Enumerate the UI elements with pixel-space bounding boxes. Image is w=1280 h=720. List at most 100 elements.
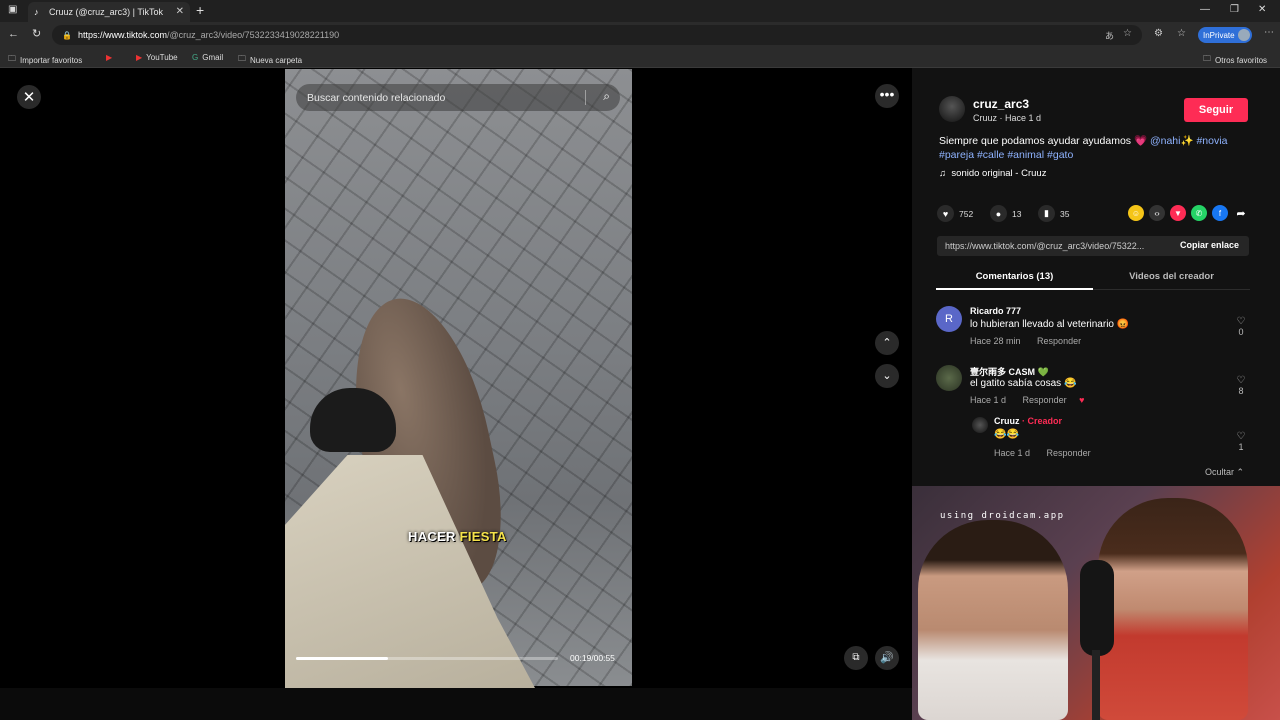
- hashtag-link[interactable]: #calle: [977, 149, 1004, 161]
- post-description: Siempre que podamos ayudar ayudamos 💗 @n…: [939, 134, 1249, 162]
- comment-item: 壹尔雨多 CASM 💚 el gatito sabía cosas 😂 Hace…: [936, 365, 1250, 413]
- commenter-name[interactable]: 壹尔雨多 CASM 💚: [970, 365, 1049, 378]
- comment-like-count: 8: [1238, 386, 1244, 396]
- more-options-icon[interactable]: •••: [875, 84, 899, 108]
- comment-meta: Hace 1 d Responder ♥: [970, 395, 1084, 405]
- search-placeholder: Buscar contenido relacionado: [307, 91, 446, 104]
- extensions-icon[interactable]: ⚙: [1154, 28, 1163, 39]
- comment-button[interactable]: ● 13: [990, 205, 1021, 222]
- bookmark-new-folder[interactable]: 🗀 Nueva carpeta: [238, 53, 302, 67]
- webcam-person-right: [1098, 498, 1248, 720]
- hashtag-link[interactable]: #pareja: [939, 149, 974, 161]
- reply-button[interactable]: Responder: [1037, 336, 1081, 346]
- bookmark-label: Gmail: [202, 53, 224, 62]
- tab-comments[interactable]: Comentarios (13): [936, 266, 1093, 290]
- mention-link[interactable]: @nahi✨: [1150, 135, 1194, 147]
- related-search-input[interactable]: Buscar contenido relacionado ⌕: [296, 84, 620, 111]
- volume-icon[interactable]: 🔊: [875, 646, 899, 670]
- tab-actions-icon[interactable]: ▣: [8, 4, 17, 15]
- tab-creator-videos[interactable]: Videos del creador: [1093, 266, 1250, 290]
- close-video-icon[interactable]: ✕: [17, 85, 41, 109]
- creator-avatar[interactable]: [939, 96, 965, 122]
- inprivate-label: InPrivate: [1203, 30, 1235, 40]
- url-path: /@cruz_arc3/video/7532233419028221190: [167, 30, 340, 40]
- reply-button[interactable]: Responder: [1023, 395, 1067, 405]
- comment-time: Hace 1 d: [970, 395, 1007, 405]
- comment-like[interactable]: ♡ 8: [1234, 375, 1248, 396]
- creator-username[interactable]: cruz_arc3: [973, 97, 1029, 111]
- hashtag-link[interactable]: #novia: [1196, 135, 1227, 147]
- folder-icon: 🗀: [238, 54, 246, 63]
- bookmark-label: YouTube: [146, 53, 178, 62]
- reply-like[interactable]: ♡ 1: [1234, 431, 1248, 452]
- copy-link-button[interactable]: Copiar enlace: [1180, 240, 1239, 250]
- commenter-name[interactable]: Ricardo 777: [970, 306, 1021, 316]
- follow-button[interactable]: Seguir: [1184, 98, 1248, 122]
- previous-video-icon[interactable]: ⌃: [875, 331, 899, 355]
- back-icon[interactable]: ←: [8, 28, 19, 40]
- picture-in-picture-icon[interactable]: ⧉: [844, 646, 868, 670]
- maximize-icon[interactable]: ❐: [1230, 4, 1239, 15]
- heart-outline-icon: ♡: [1236, 431, 1246, 442]
- refresh-icon[interactable]: ↻: [32, 27, 41, 40]
- hashtag-link[interactable]: #gato: [1047, 149, 1073, 161]
- video-timecode: 00:19/00:55: [570, 653, 615, 663]
- panel-tabs: Comentarios (13) Videos del creador: [936, 266, 1250, 290]
- webcam-person-left: [918, 520, 1068, 720]
- creator-reply-avatar[interactable]: [972, 417, 988, 433]
- creator-liked-icon: ♥: [1079, 395, 1085, 405]
- comment-like[interactable]: ♡ 0: [1234, 316, 1248, 337]
- favorite-star-icon[interactable]: ☆: [1123, 28, 1132, 39]
- other-bookmarks[interactable]: 🗀 Otros favoritos: [1203, 53, 1267, 67]
- post-link-text: https://www.tiktok.com/@cruz_arc3/video/…: [945, 241, 1145, 251]
- menu-dots-icon[interactable]: ⋯: [1264, 27, 1274, 38]
- youtube-icon: ▶: [136, 53, 143, 62]
- favorites-icon[interactable]: ☆: [1177, 28, 1186, 39]
- close-window-icon[interactable]: ✕: [1258, 4, 1266, 15]
- save-button[interactable]: ▮ 35: [1038, 205, 1069, 222]
- url-field[interactable]: 🔒 https://www.tiktok.com /@cruz_arc3/vid…: [52, 25, 1142, 45]
- translate-icon[interactable]: あ: [1105, 29, 1114, 42]
- hashtag-link[interactable]: #animal: [1007, 149, 1044, 161]
- browser-tab[interactable]: ♪ Cruuz (@cruz_arc3) | TikTok ✕: [28, 2, 190, 22]
- heart-outline-icon: ♡: [1236, 375, 1246, 386]
- tiktok-icon: ♪: [34, 6, 39, 17]
- bookmarks-bar: 🗀 Importar favoritos ▶ ▶ YouTube G Gmail 🗀 N…: [0, 48, 1280, 68]
- lock-icon: 🔒: [62, 30, 72, 40]
- creator-badge: · Creador: [1022, 416, 1063, 426]
- reply-button[interactable]: Responder: [1047, 448, 1091, 458]
- bookmark-red-icon[interactable]: ▶: [106, 53, 116, 62]
- new-tab-icon[interactable]: +: [196, 2, 204, 18]
- next-video-icon[interactable]: ⌄: [875, 364, 899, 388]
- webcam-mic-arm: [1092, 650, 1100, 720]
- reply-author[interactable]: Cruuz · Creador: [994, 416, 1062, 426]
- video-progress-fill: [296, 657, 388, 660]
- inprivate-badge[interactable]: InPrivate: [1198, 27, 1252, 43]
- commenter-avatar[interactable]: [936, 365, 962, 391]
- whatsapp-icon[interactable]: ✆: [1191, 205, 1207, 221]
- bookmark-youtube[interactable]: ▶ YouTube: [136, 53, 178, 62]
- bookmark-gmail[interactable]: G Gmail: [192, 53, 223, 62]
- comment-icon: ●: [990, 205, 1007, 222]
- bookmark-label: Importar favoritos: [20, 55, 83, 65]
- embed-icon[interactable]: ‹›: [1149, 205, 1165, 221]
- commenter-avatar[interactable]: R: [936, 306, 962, 332]
- webcam-microphone: [1080, 560, 1114, 656]
- facebook-icon[interactable]: f: [1212, 205, 1228, 221]
- caption-word: HACER: [408, 529, 456, 544]
- bookmark-label: Otros favoritos: [1215, 55, 1268, 65]
- send-icon[interactable]: ▼: [1170, 205, 1186, 221]
- minimize-icon[interactable]: —: [1200, 4, 1210, 15]
- search-icon[interactable]: ⌕: [603, 89, 610, 104]
- hide-replies-button[interactable]: Ocultar ⌃: [1205, 467, 1244, 478]
- like-button[interactable]: ♥ 752: [937, 205, 973, 222]
- music-note-icon: ♫: [939, 168, 947, 179]
- share-arrow-icon[interactable]: ➦: [1233, 205, 1249, 221]
- sound-row[interactable]: ♫ sonido original - Cruuz: [939, 168, 1046, 179]
- reply-like-count: 1: [1238, 442, 1244, 452]
- bookmark-import[interactable]: 🗀 Importar favoritos: [8, 53, 82, 67]
- video-progress-bar[interactable]: [296, 657, 558, 660]
- repost-icon[interactable]: ☺: [1128, 205, 1144, 221]
- close-tab-icon[interactable]: ✕: [176, 6, 184, 17]
- like-count: 752: [959, 208, 974, 219]
